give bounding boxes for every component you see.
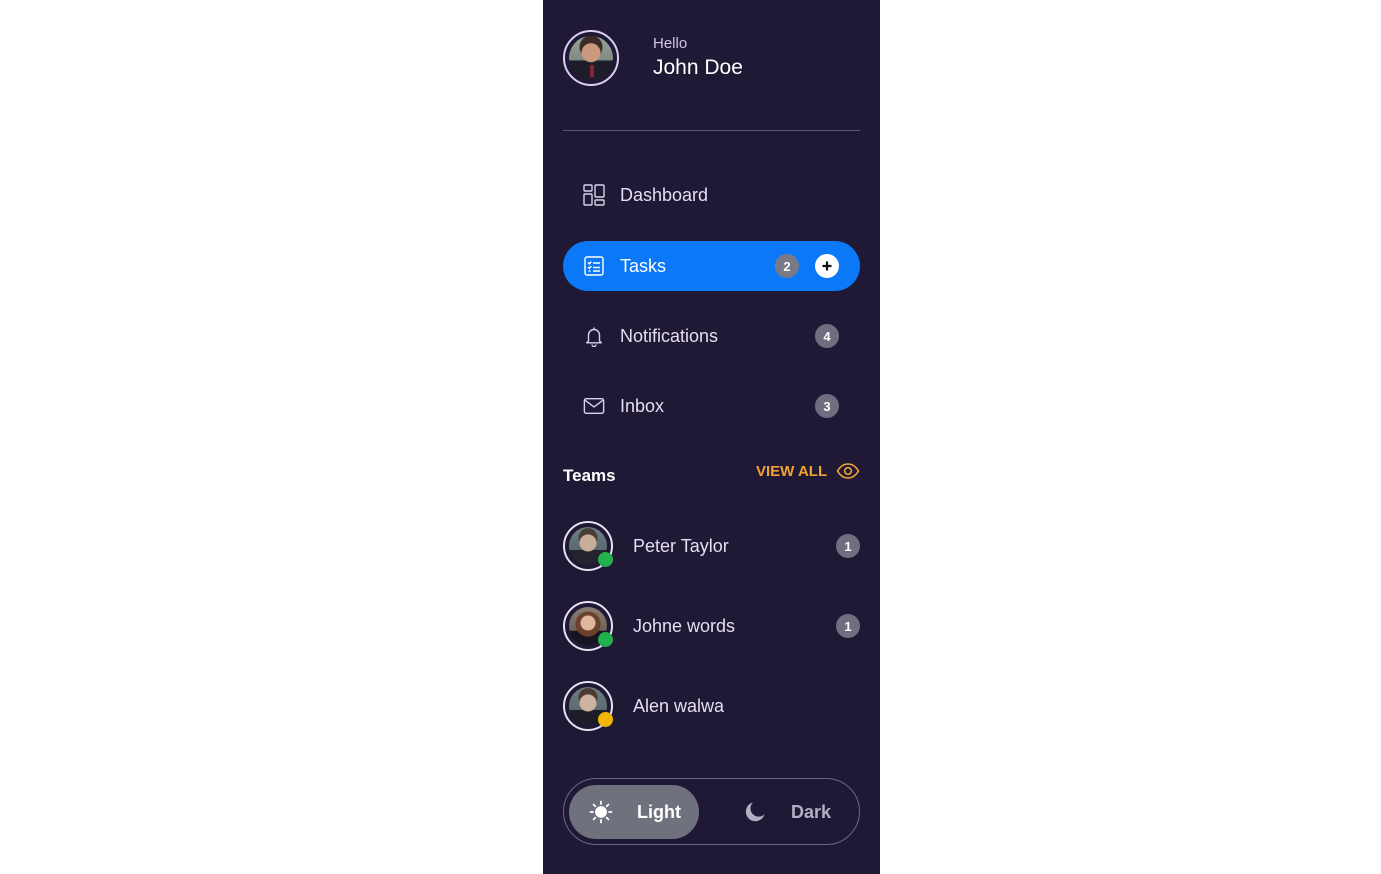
nav-label-notifications: Notifications — [620, 325, 719, 346]
member-avatar — [563, 521, 613, 571]
view-all-teams-link[interactable]: VIEW ALL — [756, 462, 860, 480]
theme-label-dark: Dark — [791, 801, 832, 822]
user-name: John Doe — [653, 56, 743, 79]
inbox-count-badge: 3 — [815, 394, 839, 418]
teams-heading: Teams — [563, 466, 616, 485]
sun-icon — [589, 800, 613, 824]
mail-icon — [583, 395, 605, 417]
member-message-badge: 1 — [836, 534, 860, 558]
add-task-button[interactable] — [815, 254, 839, 278]
online-status-dot — [598, 632, 613, 647]
nav-item-tasks[interactable]: Tasks 2 — [563, 241, 860, 291]
nav-item-notifications[interactable]: Notifications 4 — [563, 311, 860, 361]
user-profile[interactable]: Hello John Doe — [563, 30, 743, 86]
nav-item-dashboard[interactable]: Dashboard — [563, 170, 860, 220]
theme-label-light: Light — [637, 801, 681, 822]
view-all-label: VIEW ALL — [756, 462, 828, 480]
tasks-icon — [583, 255, 605, 277]
avatar-tie-detail — [590, 65, 594, 77]
nav-label-tasks: Tasks — [620, 255, 667, 276]
away-status-dot — [598, 712, 613, 727]
dashboard-icon — [583, 184, 605, 206]
nav-label-inbox: Inbox — [620, 395, 665, 416]
member-name: Peter Taylor — [633, 535, 729, 556]
plus-icon — [822, 261, 832, 271]
user-avatar[interactable] — [563, 30, 619, 86]
theme-option-dark[interactable]: Dark — [729, 785, 859, 839]
member-name: Alen walwa — [633, 695, 725, 716]
theme-toggle: Light Dark — [563, 778, 860, 845]
team-member-johne-words[interactable]: Johne words 1 — [563, 600, 860, 652]
theme-option-light[interactable]: Light — [569, 785, 699, 839]
nav-label-dashboard: Dashboard — [620, 184, 709, 205]
bell-icon — [583, 325, 605, 347]
notifications-count-badge: 4 — [815, 324, 839, 348]
member-avatar — [563, 681, 613, 731]
nav-item-inbox[interactable]: Inbox 3 — [563, 381, 860, 431]
greeting-text: Hello — [653, 35, 688, 52]
profile-divider — [563, 130, 860, 131]
eye-icon — [836, 463, 860, 479]
online-status-dot — [598, 552, 613, 567]
member-avatar — [563, 601, 613, 651]
sidebar: Hello John Doe Dashboard Tasks 2 Notific… — [543, 0, 880, 874]
moon-icon — [745, 802, 765, 822]
team-member-peter-taylor[interactable]: Peter Taylor 1 — [563, 520, 860, 572]
member-name: Johne words — [633, 615, 736, 636]
team-member-alen-walwa[interactable]: Alen walwa — [563, 680, 860, 732]
tasks-count-badge: 2 — [775, 254, 799, 278]
member-message-badge: 1 — [836, 614, 860, 638]
greeting-block: Hello John Doe — [653, 35, 743, 81]
